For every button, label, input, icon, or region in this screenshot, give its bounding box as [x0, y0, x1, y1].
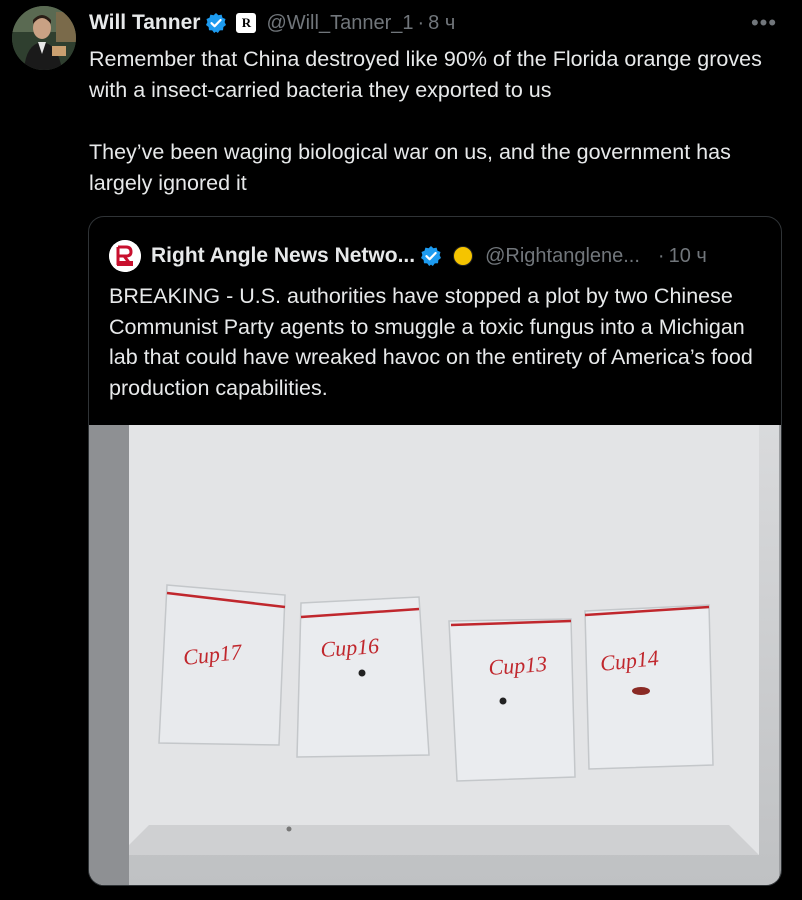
quoted-verified-badge-icon[interactable]: [420, 245, 442, 267]
yellow-circle-emoji-icon: [453, 246, 474, 266]
author-handle[interactable]: @Will_Tanner_1: [266, 12, 413, 35]
author-photo: [12, 6, 76, 70]
sample-bag-2: Cup16: [296, 596, 430, 758]
quoted-tweet-photo[interactable]: Cup17 Cup16 Cup13 Cup14: [89, 425, 781, 885]
sample-bag-4: Cup14: [584, 604, 714, 770]
tweet-timestamp[interactable]: 8 ч: [428, 12, 455, 35]
header-separator: ·: [417, 11, 425, 34]
quoted-tweet-text: BREAKING - U.S. authorities have stopped…: [109, 284, 753, 400]
affiliation-badge-icon[interactable]: R: [236, 13, 257, 33]
author-avatar[interactable]: [12, 6, 76, 70]
bag-label: Cup16: [320, 633, 380, 662]
verified-badge-icon[interactable]: [205, 12, 227, 34]
more-options-icon[interactable]: •••: [744, 8, 784, 38]
quoted-tweet-timestamp[interactable]: 10 ч: [669, 245, 707, 268]
quoted-tweet-card[interactable]: Right Angle News Netwo... @Rightanglene.…: [88, 216, 782, 886]
photo-left-edge: [89, 425, 129, 885]
quoted-header-separator: ·: [657, 244, 665, 267]
quoted-author-handle[interactable]: @Rightanglene...: [485, 245, 640, 268]
quoted-tweet-header: Right Angle News Netwo... @Rightanglene.…: [109, 240, 769, 272]
right-angle-news-logo-icon: [109, 240, 141, 272]
tweet-header: Will Tanner R @Will_Tanner_1 · 8 ч: [89, 8, 455, 38]
tweet-text: Remember that China destroyed like 90% o…: [89, 47, 762, 195]
styrofoam-bottom-edge: [119, 825, 759, 855]
fungus-sample-dot: [632, 687, 650, 695]
quoted-author-avatar[interactable]: [109, 240, 141, 272]
bag-label: Cup13: [488, 651, 548, 680]
foam-speck: [286, 826, 292, 832]
fungus-sample-dot: [499, 697, 507, 705]
sample-bag-1: Cup17: [158, 584, 286, 746]
quoted-author-name[interactable]: Right Angle News Netwo...: [151, 244, 415, 268]
fungus-sample-dot: [358, 669, 366, 677]
sample-bag-3: Cup13: [448, 618, 576, 782]
author-name[interactable]: Will Tanner: [89, 11, 200, 35]
